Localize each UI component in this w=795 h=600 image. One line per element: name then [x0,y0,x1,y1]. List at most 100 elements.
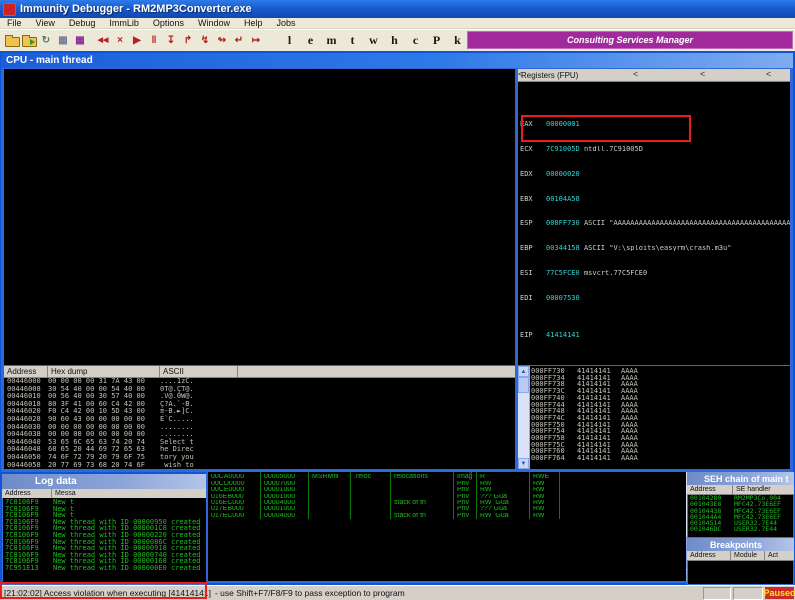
toolbar-letter-button[interactable]: l [279,33,300,48]
app-icon [3,3,16,16]
window-title: Immunity Debugger - RM2MP3Converter.exe [20,3,252,15]
register-row[interactable]: ESP000FF730 ASCII "AAAAAAAAAAAAAAAAAAAAA… [520,220,790,226]
cpu-window: CPU - main thread Registers (FPU) < < < … [1,53,793,472]
stack-scrollbar[interactable]: ▲ ▼ [518,366,530,469]
collapse-icon[interactable]: < [518,69,523,79]
seh-header-handler: SE handler [733,485,794,494]
plugins-button[interactable]: ▦ [72,32,88,49]
pause-button[interactable]: ‖ [146,32,162,49]
stack-row[interactable]: 000FF75041414141AAAA [531,422,790,429]
stack-row[interactable]: 000FF74841414141AAAA [531,408,790,415]
toolbar-letter-button[interactable]: e [300,33,321,48]
execute-till-return-button[interactable]: ↵ [231,32,247,49]
menu-item[interactable]: Help [237,18,270,28]
scrollbar-thumb[interactable] [518,377,529,393]
animate-over-button[interactable]: ↬ [214,32,230,49]
menu-item[interactable]: ImmLib [102,18,146,28]
register-row[interactable]: EBX00104A58 [520,196,790,202]
collapse-icon[interactable]: < [766,69,771,79]
stack-row[interactable]: 000FF74C41414141AAAA [531,415,790,422]
attach-process-button[interactable] [21,32,37,49]
immunity-debugger-screen: Immunity Debugger - RM2MP3Converter.exe … [0,0,795,600]
breakpoints-pane[interactable] [688,561,793,584]
toolbar-letter-button[interactable]: w [363,33,384,48]
collapse-icon[interactable]: < [633,69,638,79]
toolbar-letter-button[interactable]: k [447,33,468,48]
scroll-up-icon[interactable]: ▲ [518,366,529,377]
stack-row[interactable]: 000FF75841414141AAAA [531,435,790,442]
step-into-button[interactable]: ↧ [163,32,179,49]
dump-header-hex: Hex dump [48,366,160,377]
stack-row[interactable]: 000FF73441414141AAAA [531,375,790,382]
toolbar-letter-button[interactable]: P [426,33,447,48]
register-row[interactable]: EDI00007530 [520,295,790,301]
open-file-button[interactable] [4,32,20,49]
seh-window-titlebar[interactable]: SEH chain of main t [687,472,794,485]
run-button[interactable]: ▶ [129,32,145,49]
stack-row[interactable]: 000FF73841414141AAAA [531,381,790,388]
toolbar-letter-button[interactable]: c [405,33,426,48]
toolbar-letter-button[interactable]: t [342,33,363,48]
menu-item[interactable]: File [0,18,29,28]
step-over-icon: ↱ [184,36,192,46]
consulting-banner[interactable]: Consulting Services Manager [467,31,793,49]
animate-into-icon: ↯ [201,36,209,46]
stack-row[interactable]: 000FF74441414141AAAA [531,402,790,409]
menu-item[interactable]: Jobs [269,18,302,28]
register-row[interactable]: EDX00000020 [520,171,790,177]
seh-pane[interactable]: 00104280RM2MP3Co.004 001043E8MFC42.73E6E… [688,495,793,537]
memory-map-pane[interactable]: .datadataImagRWRWE 00CA000000005000MSRMf… [208,457,686,581]
breakpoints-window: Breakpoints Address Module Act [687,538,794,585]
execute-till-user-button[interactable]: ↦ [248,32,264,49]
register-row[interactable]: ESI77C5FCE0 msvcrt.77C5FCE0 [520,270,790,276]
register-row[interactable]: EBP00344158 ASCII "V:\sploits\easyrm\cra… [520,245,790,251]
hex-dump-row[interactable]: 0044605820 77 69 73 68 20 74 6F wish to [4,462,515,469]
log-pane[interactable]: 7C8106F9New t 7C8106F9New t 7C8106F9New … [3,498,206,584]
consulting-banner-text: Consulting Services Manager [567,35,693,45]
log-header-message: Messa [52,489,207,498]
register-row-eip[interactable]: EIP41414141 [520,332,790,338]
stack-row[interactable]: 000FF75441414141AAAA [531,428,790,435]
terminate-button[interactable]: × [112,32,128,49]
log-row[interactable]: 7C951E13New thread with ID 000000E0 crea… [3,565,206,572]
seh-window-title: SEH chain of main t [704,474,789,484]
seh-column-headers: Address SE handler [687,485,794,495]
step-over-button[interactable]: ↱ [180,32,196,49]
stack-row[interactable]: 000FF74041414141AAAA [531,395,790,402]
dump-header-ascii: ASCII [160,366,238,377]
stack-row[interactable]: 000FF73C41414141AAAA [531,388,790,395]
bp-header-address: Address [687,551,731,560]
stack-row[interactable]: 000FF76441414141AAAA [531,455,790,462]
disassembly-pane[interactable] [4,69,515,365]
terminate-icon: × [117,36,123,46]
menu-item[interactable]: Debug [62,18,103,28]
stack-row[interactable]: 000FF76041414141AAAA [531,448,790,455]
log-window-titlebar[interactable]: Log data [2,474,207,489]
toolbar-letter-button[interactable]: h [384,33,405,48]
window-titlebar[interactable]: Immunity Debugger - RM2MP3Converter.exe [0,0,795,18]
windows-list-button[interactable]: ▦ [55,32,71,49]
register-row[interactable]: ECX7C91005D ntdll.7C91005D [520,146,790,152]
step-into-icon: ↧ [167,36,175,46]
stack-row[interactable]: 000FF73041414141AAAA [531,368,790,375]
stack-pane[interactable]: ▲ ▼ 000FF73041414141AAAA 000FF7344141414… [518,366,790,469]
menu-item[interactable]: Window [191,18,237,28]
stack-row[interactable]: 000FF75C41414141AAAA [531,442,790,449]
registers-pane[interactable]: Registers (FPU) < < < < EAX00000001 ECX7… [518,69,790,365]
cpu-window-titlebar[interactable]: CPU - main thread [1,53,793,68]
collapse-icon[interactable]: < [700,69,705,79]
rewind-button[interactable]: ◀◀ [95,32,111,49]
toolbar-letter-button[interactable]: m [321,33,342,48]
seh-row[interactable]: 001046DCUSER32.7E44 [688,526,793,532]
status-alert-text: [21:02:02] Access violation when executi… [0,588,211,598]
restart-button[interactable]: ↻ [38,32,54,49]
memory-map-row[interactable]: 017EC00000004000stack of thPrivRW GuaRW [208,513,686,519]
scroll-down-icon[interactable]: ▼ [518,458,529,469]
plugins-icon: ▦ [75,36,84,46]
register-row[interactable]: EAX00000001 [520,121,790,127]
animate-into-button[interactable]: ↯ [197,32,213,49]
menu-item[interactable]: View [29,18,62,28]
breakpoints-window-titlebar[interactable]: Breakpoints [687,538,794,551]
menu-item[interactable]: Options [146,18,191,28]
hex-dump-pane[interactable]: Address Hex dump ASCII 0044600000 00 00 … [4,366,515,469]
